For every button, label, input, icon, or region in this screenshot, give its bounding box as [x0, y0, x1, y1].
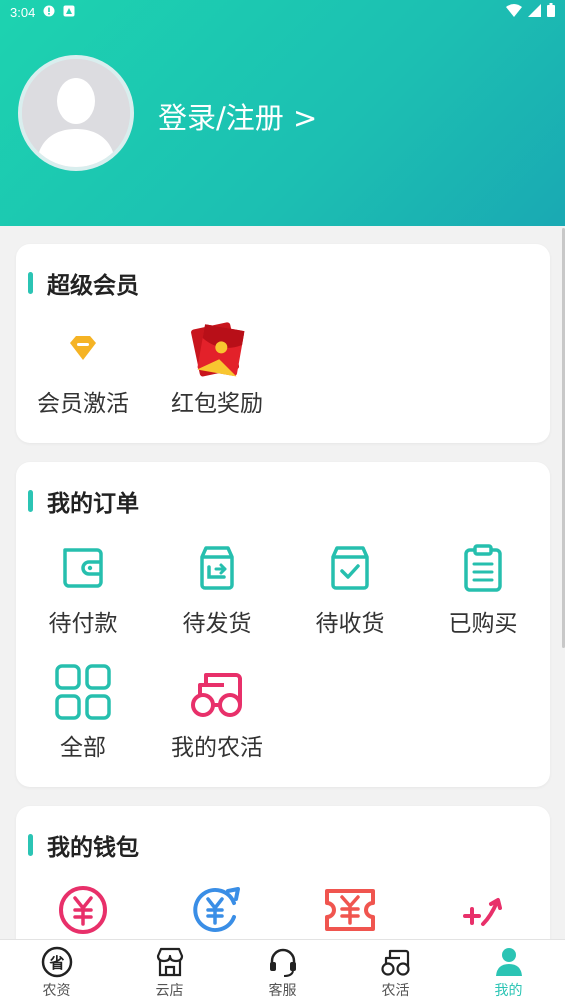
alert-icon	[43, 5, 55, 20]
wallet-title: 我的钱包	[28, 828, 139, 862]
wallet-coupon-button[interactable]	[283, 880, 417, 940]
headset-icon	[269, 948, 296, 977]
tab-nonghuo[interactable]: 农活	[339, 940, 452, 1004]
profile-header: 登录/注册 >	[0, 0, 565, 226]
ship-box-icon	[200, 546, 234, 590]
receive-box-icon	[331, 546, 369, 590]
battery-icon	[547, 3, 555, 21]
tab-wode[interactable]: 我的	[452, 940, 565, 1004]
status-bar: 3:04	[0, 0, 565, 24]
yuan-refresh-icon	[193, 887, 240, 932]
wallet-icon	[63, 548, 103, 588]
grid-icon	[55, 664, 111, 720]
store-icon	[156, 947, 183, 977]
red-envelope-reward-button[interactable]: 红包奖励	[150, 318, 284, 418]
app-notification-icon	[63, 5, 75, 20]
vip-title: 超级会员	[28, 266, 139, 300]
orders-title: 我的订单	[28, 484, 139, 518]
tab-yundian[interactable]: 云店	[113, 940, 226, 1004]
yuan-ticket-icon	[325, 889, 375, 931]
purchased-button[interactable]: 已购买	[416, 538, 550, 638]
wifi-icon	[506, 3, 522, 21]
default-avatar-icon	[22, 59, 130, 167]
pending-payment-button[interactable]: 待付款	[16, 538, 150, 638]
wallet-refund-button[interactable]	[150, 880, 284, 940]
vip-activate-button[interactable]: 会员激活	[16, 318, 150, 418]
title-accent-bar	[28, 272, 33, 294]
wallet-points-button[interactable]	[416, 880, 550, 940]
avatar[interactable]	[18, 55, 134, 171]
my-farm-work-button[interactable]: 我的农活	[150, 662, 284, 762]
wallet-balance-button[interactable]	[16, 880, 150, 940]
status-time: 3:04	[10, 4, 36, 20]
tab-kefu[interactable]: 客服	[226, 940, 339, 1004]
vip-card: 超级会员 会员激活 红包奖励	[16, 244, 550, 443]
diamond-icon	[70, 336, 96, 360]
bottom-tab-bar: 省 农资 云店 客服 农活 我的	[0, 939, 565, 1004]
yuan-circle-icon	[59, 886, 107, 934]
province-icon: 省	[41, 946, 72, 978]
all-orders-button[interactable]: 全部	[16, 662, 150, 762]
svg-text:省: 省	[48, 954, 64, 972]
plus-arrow-icon	[463, 898, 502, 926]
title-accent-bar	[28, 490, 33, 512]
tractor-icon	[380, 949, 410, 976]
clipboard-icon	[464, 544, 502, 592]
user-icon	[495, 948, 522, 976]
pending-receipt-button[interactable]: 待收货	[283, 538, 417, 638]
pending-shipment-button[interactable]: 待发货	[150, 538, 284, 638]
tab-nongzi[interactable]: 省 农资	[0, 940, 113, 1004]
signal-icon	[528, 3, 541, 21]
tractor-icon	[191, 673, 242, 717]
red-envelope-icon	[191, 322, 245, 377]
title-accent-bar	[28, 834, 33, 856]
orders-card: 我的订单 待付款 待发货 待收货 已购买 全部 我的农活	[16, 462, 550, 787]
login-register-link[interactable]: 登录/注册 >	[158, 95, 317, 137]
